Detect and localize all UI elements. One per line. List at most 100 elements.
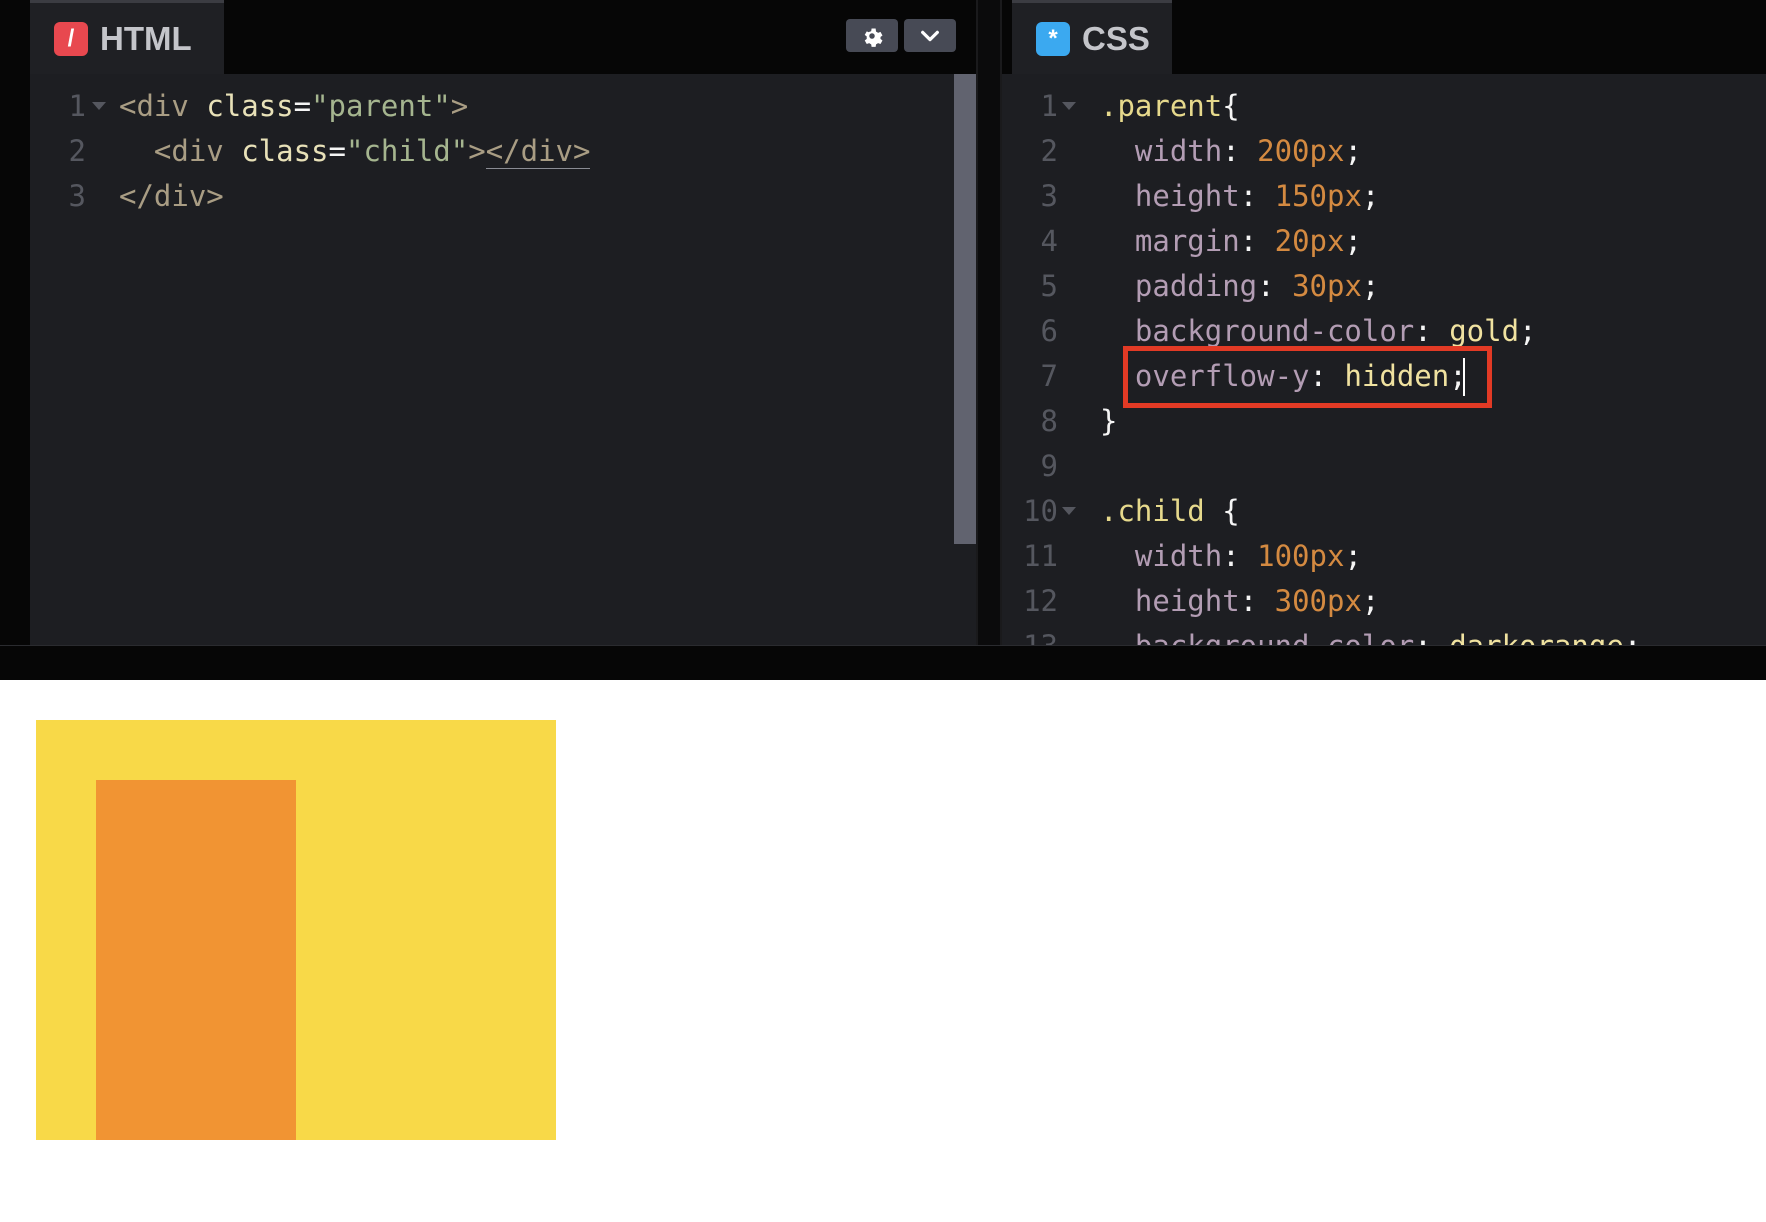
- code-line: height: 300px;: [1100, 579, 1379, 624]
- code-line: <div class="parent">: [119, 84, 468, 129]
- code-token: <div: [119, 89, 207, 123]
- code-token: ;: [1624, 629, 1641, 645]
- code-token: background-color: [1100, 314, 1415, 348]
- code-token: ;: [1344, 134, 1362, 168]
- code-line: }: [1100, 399, 1117, 444]
- code-token: :: [1239, 179, 1275, 213]
- code-token: 300px: [1274, 584, 1362, 618]
- chevron-down-icon: [921, 30, 939, 41]
- code-token: 200px: [1257, 134, 1345, 168]
- code-token: :: [1239, 224, 1275, 258]
- fold-arrow-icon[interactable]: [1062, 507, 1076, 515]
- code-token: "child": [346, 134, 469, 168]
- line-number: 2: [68, 134, 86, 168]
- line-number: 10: [1023, 494, 1058, 528]
- code-token: darkorange: [1449, 629, 1624, 645]
- html-scrollbar[interactable]: [954, 74, 976, 544]
- css-logo-glyph: *: [1048, 24, 1058, 52]
- code-line: background-color: darkorange;: [1100, 624, 1641, 645]
- html-editor-pane: / HTML 1 <div class="parent"> 2 <div cla…: [0, 0, 976, 645]
- code-token: :: [1414, 629, 1449, 645]
- code-line: .child {: [1100, 489, 1240, 534]
- code-token: :: [1239, 584, 1275, 618]
- text-cursor: [1463, 358, 1465, 396]
- code-token: 100px: [1257, 539, 1345, 573]
- html-tabbar: / HTML: [0, 0, 976, 74]
- collapse-button[interactable]: [904, 19, 956, 52]
- code-token: {: [1204, 494, 1240, 528]
- html-code-area[interactable]: 1 <div class="parent"> 2 <div class="chi…: [30, 74, 976, 645]
- code-token: ;: [1361, 179, 1380, 213]
- code-token: :: [1222, 539, 1258, 573]
- code-token: =: [328, 134, 346, 168]
- code-token: </div>: [119, 179, 224, 213]
- code-token: 20px: [1274, 224, 1345, 258]
- pane-divider[interactable]: [976, 0, 1002, 645]
- code-token: background-color: [1100, 629, 1414, 645]
- code-token: :: [1257, 269, 1293, 303]
- code-token: .parent: [1100, 89, 1223, 123]
- code-token: ;: [1344, 539, 1362, 573]
- line-number: 3: [68, 179, 86, 213]
- line-number: 5: [1040, 269, 1058, 303]
- tab-css[interactable]: * CSS: [1012, 0, 1172, 74]
- parent-box: [36, 720, 556, 1140]
- code-token: ;: [1344, 224, 1362, 258]
- tab-html-label: HTML: [100, 19, 192, 57]
- css-tabbar: * CSS: [1002, 0, 1766, 74]
- line-number: 9: [1040, 449, 1058, 483]
- code-token: </div>: [485, 134, 591, 169]
- code-token: =: [293, 89, 312, 123]
- fold-arrow-icon[interactable]: [92, 102, 106, 110]
- code-token: {: [1222, 89, 1240, 123]
- line-number: 13: [1002, 624, 1058, 645]
- preview-resize-bar[interactable]: [0, 645, 1766, 680]
- code-line: .parent{: [1100, 84, 1240, 129]
- code-token: padding: [1100, 269, 1258, 303]
- html-logo-icon: /: [54, 21, 88, 56]
- settings-button[interactable]: [846, 19, 898, 52]
- fold-arrow-icon[interactable]: [1062, 102, 1076, 110]
- code-token: 30px: [1292, 269, 1362, 303]
- line-number: 4: [1040, 224, 1058, 258]
- code-token: .child: [1100, 494, 1205, 528]
- line-number: 8: [1040, 404, 1058, 438]
- code-line: margin: 20px;: [1100, 219, 1362, 264]
- line-number: 3: [1040, 179, 1058, 213]
- code-token: class: [206, 89, 294, 123]
- code-token: ;: [1361, 584, 1380, 618]
- code-token: class: [241, 134, 329, 168]
- code-token: >: [450, 89, 469, 123]
- tab-html[interactable]: / HTML: [30, 0, 224, 74]
- css-logo-icon: *: [1036, 21, 1070, 56]
- line-number: 6: [1040, 314, 1058, 348]
- gear-icon: [864, 27, 883, 47]
- code-token: 150px: [1274, 179, 1362, 213]
- line-number: 1: [68, 89, 86, 123]
- code-line: width: 100px;: [1100, 534, 1362, 579]
- line-number: 2: [1040, 134, 1058, 168]
- line-number: 1: [1040, 89, 1058, 123]
- line-number: 12: [1023, 584, 1058, 618]
- code-token: margin: [1100, 224, 1240, 258]
- code-line: padding: 30px;: [1100, 264, 1379, 309]
- code-token: height: [1100, 179, 1240, 213]
- code-line: height: 150px;: [1100, 174, 1379, 219]
- child-box: [96, 780, 296, 1140]
- code-token: height: [1100, 584, 1240, 618]
- code-token: :: [1222, 134, 1258, 168]
- css-editor-pane: * CSS 1 .parent{ 2 width: 200px; 3 heigh…: [1002, 0, 1766, 645]
- code-token: }: [1100, 404, 1118, 438]
- code-line: </div>: [119, 174, 224, 219]
- line-number: 11: [1023, 539, 1058, 573]
- code-token: gold: [1449, 314, 1520, 348]
- code-token: ;: [1519, 314, 1537, 348]
- code-token: <div: [119, 134, 242, 168]
- result-preview: [0, 680, 1766, 1222]
- code-token: "parent": [311, 89, 451, 123]
- line-number: 7: [1040, 359, 1058, 393]
- tab-css-label: CSS: [1082, 19, 1150, 57]
- code-line: width: 200px;: [1100, 129, 1362, 174]
- editor-area: / HTML 1 <div class="parent"> 2 <div cla…: [0, 0, 1766, 645]
- code-token: :: [1414, 314, 1450, 348]
